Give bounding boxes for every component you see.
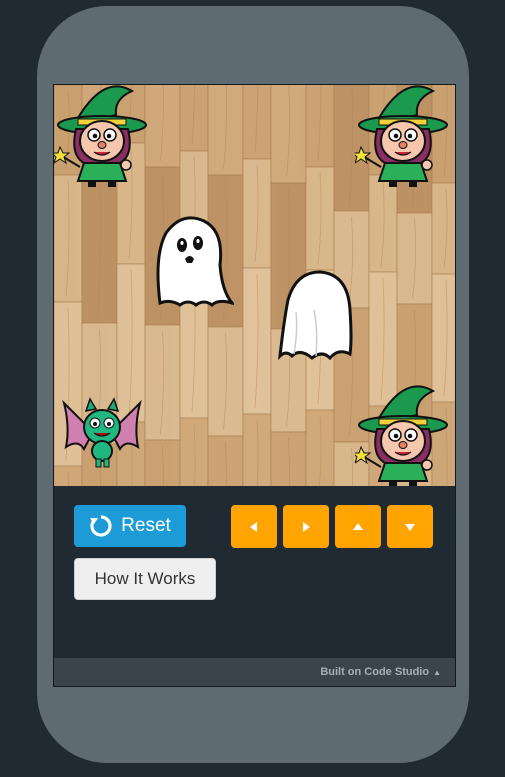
up-arrow-button[interactable] xyxy=(335,505,381,548)
app-screen: Reset How It Works Built on Code Studio … xyxy=(53,84,456,687)
ghost-sprite-face xyxy=(156,216,234,307)
game-stage[interactable] xyxy=(54,85,455,486)
caret-up-icon: ▲ xyxy=(433,667,441,677)
witch-sprite-top-right xyxy=(355,85,448,187)
arrow-down-icon xyxy=(405,523,415,531)
built-on-code-studio-link[interactable]: Built on Code Studio xyxy=(320,666,429,678)
witch-sprite-bottom-right xyxy=(355,385,448,486)
ghost-sprite-back xyxy=(278,270,353,361)
bat-sprite xyxy=(62,397,142,468)
arrow-right-icon xyxy=(303,521,310,532)
down-arrow-button[interactable] xyxy=(387,505,433,548)
arrow-up-icon xyxy=(353,522,363,530)
refresh-icon xyxy=(89,514,113,538)
arrow-left-icon xyxy=(250,521,257,532)
left-arrow-button[interactable] xyxy=(231,505,277,548)
witch-sprite-top-left xyxy=(54,85,147,187)
reset-label: Reset xyxy=(121,515,171,536)
reset-button[interactable]: Reset xyxy=(74,505,186,547)
how-it-works-button[interactable]: How It Works xyxy=(74,558,216,600)
controls-panel: Reset How It Works xyxy=(54,486,455,658)
right-arrow-button[interactable] xyxy=(283,505,329,548)
footer-bar[interactable]: Built on Code Studio ▲ xyxy=(54,658,455,686)
